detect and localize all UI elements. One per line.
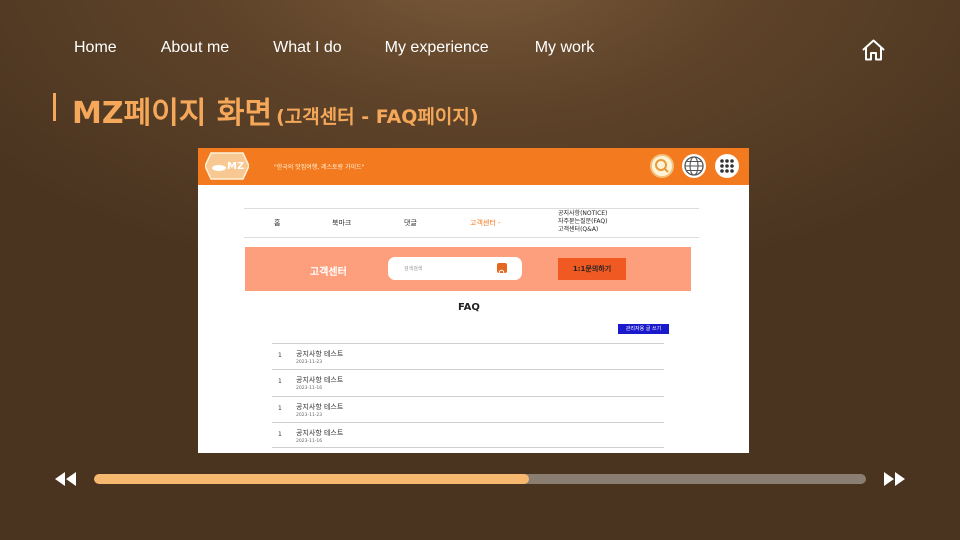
subnav-divider-bottom (244, 237, 699, 238)
search-button-icon[interactable] (497, 263, 507, 277)
faq-row-title[interactable]: 공지사항 테스트 (296, 402, 343, 412)
subnav-comments[interactable]: 댓글 (404, 218, 417, 228)
page-title: MZ페이지 화면 (고객센터 - FAQ페이지) (72, 88, 479, 132)
subnav-home[interactable]: 홈 (274, 218, 280, 228)
faq-row-title[interactable]: 공지사항 테스트 (296, 349, 343, 359)
site-logo[interactable]: MZ (204, 151, 250, 181)
faq-row-title[interactable]: 공지사항 테스트 (296, 428, 343, 438)
customer-center-title: 고객센터 (310, 267, 347, 278)
customer-center-dropdown: 공지사항(NOTICE) 자주묻는질문(FAQ) 고객센터(Q&A) (558, 210, 607, 234)
search-icon[interactable] (650, 154, 674, 178)
nav-my-experience[interactable]: My experience (385, 39, 489, 61)
faq-row-number: 1 (278, 404, 282, 412)
page-title-main: MZ페이지 화면 (72, 96, 273, 131)
faq-row[interactable]: 1 공지사항 테스트 2023-11-23 (272, 395, 664, 422)
faq-search-input[interactable]: 검색검색 (388, 257, 522, 280)
rewind-icon[interactable] (54, 471, 78, 487)
nav-my-work[interactable]: My work (535, 39, 595, 61)
faq-row-date: 2023-11-16 (296, 386, 323, 392)
faq-row-date: 2023-11-16 (296, 438, 323, 444)
faq-row-number: 1 (278, 430, 282, 438)
home-icon[interactable] (861, 38, 886, 62)
faq-row[interactable]: 1 공지사항 테스트 2023-11-16 (272, 421, 664, 449)
subnav-bookmark[interactable]: 북마크 (332, 218, 351, 228)
sub-navigation: 홈 북마크 댓글 고객센터 - (244, 218, 699, 230)
subnav-customer-center[interactable]: 고객센터 - (470, 218, 501, 228)
page-title-sub: (고객센터 - FAQ페이지) (276, 106, 479, 128)
faq-row[interactable]: 1 공지사항 테스트 2023-11-16 (272, 369, 664, 395)
faq-page-screenshot: MZ "한국의 맛집여행, 레스토랑 가이드" 홈 북마크 댓글 고객센터 - … (198, 148, 749, 453)
faq-row-number: 1 (278, 352, 282, 359)
faq-row-number: 1 (278, 378, 282, 386)
dropdown-notice[interactable]: 공지사항(NOTICE) (558, 210, 607, 218)
customer-center-banner: 고객센터 검색검색 1:1문의하기 (245, 247, 691, 291)
nav-what-i-do[interactable]: What I do (273, 39, 341, 61)
faq-list: 1 공지사항 테스트 2023-11-23 1 공지사항 테스트 2023-11… (272, 343, 664, 449)
progress-bar[interactable] (94, 474, 866, 484)
site-header: MZ "한국의 맛집여행, 레스토랑 가이드" (198, 148, 749, 185)
faq-row-date: 2023-11-23 (296, 412, 323, 418)
one-on-one-inquiry-button[interactable]: 1:1문의하기 (558, 258, 626, 280)
title-accent-bar (53, 93, 56, 121)
faq-search-placeholder: 검색검색 (404, 266, 423, 272)
faq-row-title[interactable]: 공지사항 테스트 (296, 375, 343, 385)
dropdown-faq[interactable]: 자주묻는질문(FAQ) (558, 218, 607, 226)
progress-bar-fill (94, 474, 529, 484)
grid-menu-icon[interactable] (715, 154, 739, 178)
faq-row[interactable]: 1 공지사항 테스트 2023-11-23 (272, 343, 664, 369)
faq-heading: FAQ (458, 302, 480, 313)
site-slogan: "한국의 맛집여행, 레스토랑 가이드" (274, 164, 365, 171)
dropdown-qna[interactable]: 고객센터(Q&A) (558, 226, 607, 234)
nav-home[interactable]: Home (74, 39, 117, 61)
site-logo-text: MZ (227, 161, 244, 172)
faq-row-date: 2023-11-23 (296, 360, 323, 365)
nav-about-me[interactable]: About me (161, 39, 229, 61)
top-nav: Home About me What I do My experience My… (74, 39, 594, 61)
fast-forward-icon[interactable] (882, 471, 906, 487)
globe-icon[interactable] (682, 154, 706, 178)
subnav-divider-top (244, 208, 699, 209)
admin-write-button[interactable]: 관리자용 글 쓰기 (618, 324, 669, 334)
